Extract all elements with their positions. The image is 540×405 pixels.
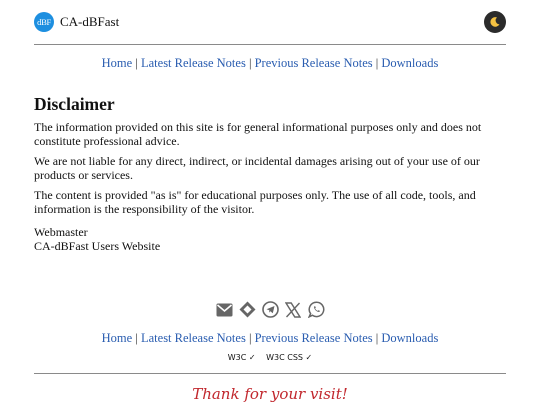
moon-icon	[490, 17, 500, 27]
top-nav: Home | Latest Release Notes | Previous R…	[34, 56, 506, 71]
thanks-message: Thank for your visit!	[192, 385, 348, 403]
signature: Webmaster CA-dBFast Users Website	[34, 225, 506, 253]
telegram-icon[interactable]	[261, 301, 279, 318]
footer-divider	[34, 373, 506, 374]
disclaimer-paragraph: The content is provided "as is" for educ…	[34, 188, 476, 216]
nav-separator: |	[248, 331, 252, 345]
nav-separator: |	[375, 331, 379, 345]
disclaimer-paragraph: We are not liable for any direct, indire…	[34, 154, 480, 182]
diamond-icon[interactable]	[239, 301, 256, 318]
x-icon[interactable]	[285, 301, 302, 318]
w3c-html-badge[interactable]: W3C ✓	[228, 353, 256, 362]
footer-latest-release-notes-link[interactable]: Latest Release Notes	[141, 331, 246, 345]
brand[interactable]: dBF CA-dBFast	[34, 12, 119, 32]
nav-separator: |	[135, 331, 138, 345]
nav-separator: |	[135, 56, 138, 70]
validator-badges: W3C ✓ W3C CSS ✓	[34, 353, 506, 362]
email-icon[interactable]	[216, 301, 233, 318]
signature-site: CA-dBFast Users Website	[34, 238, 161, 253]
nav-separator: |	[248, 56, 252, 70]
nav-latest-release-notes-link[interactable]: Latest Release Notes	[141, 56, 246, 70]
nav-home-link[interactable]: Home	[102, 56, 133, 70]
footer-home-link[interactable]: Home	[102, 331, 133, 345]
nav-separator: |	[375, 56, 379, 70]
footer-previous-release-notes-link[interactable]: Previous Release Notes	[255, 331, 373, 345]
site-header: dBF CA-dBFast	[34, 0, 506, 45]
social-links	[34, 301, 506, 318]
w3c-css-badge[interactable]: W3C CSS ✓	[266, 353, 312, 362]
page: dBF CA-dBFast Home | Latest Release Note…	[34, 0, 506, 403]
site-logo[interactable]: dBF	[34, 12, 54, 32]
signature-role: Webmaster	[34, 225, 88, 239]
footer-nav: Home | Latest Release Notes | Previous R…	[34, 331, 506, 346]
main-content: Disclaimer The information provided on t…	[34, 93, 506, 253]
whatsapp-icon[interactable]	[307, 301, 325, 318]
footer-downloads-link[interactable]: Downloads	[381, 331, 438, 345]
nav-downloads-link[interactable]: Downloads	[381, 56, 438, 70]
disclaimer-paragraph: The information provided on this site is…	[34, 120, 482, 148]
theme-toggle-button[interactable]	[484, 11, 506, 33]
page-title: Disclaimer	[34, 94, 115, 114]
nav-previous-release-notes-link[interactable]: Previous Release Notes	[255, 56, 373, 70]
site-name[interactable]: CA-dBFast	[60, 14, 119, 30]
